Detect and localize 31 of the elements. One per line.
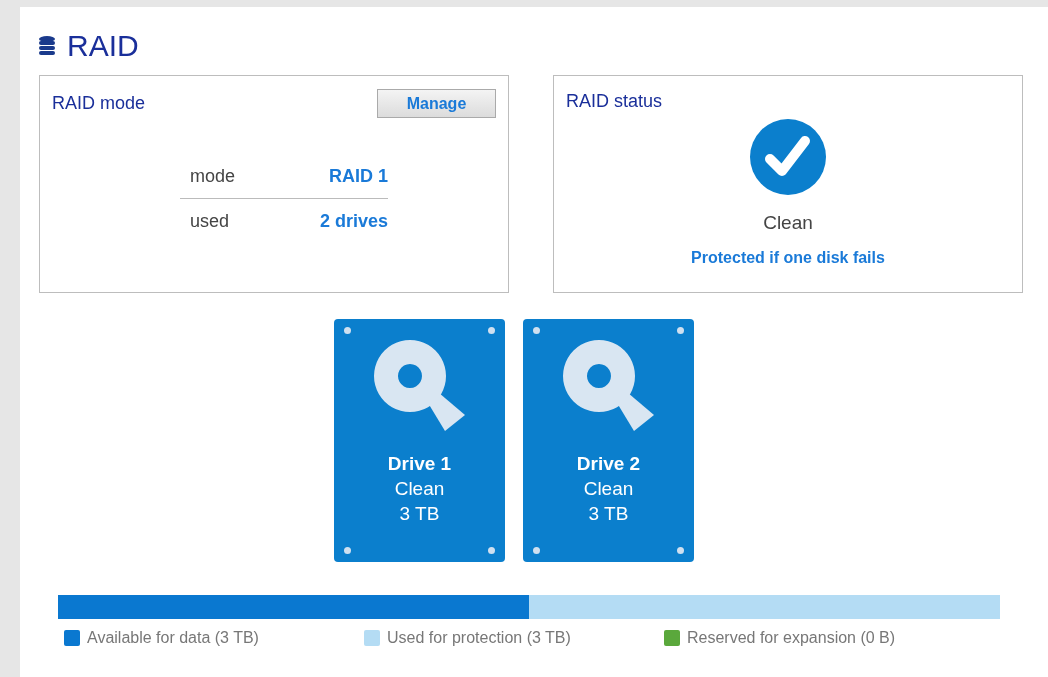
screw-icon: [344, 327, 351, 334]
panel-title: RAID mode: [52, 92, 146, 115]
legend-label: Available for data (3 TB): [87, 628, 259, 648]
drive-size: 3 TB: [399, 502, 440, 526]
row-label: used: [190, 210, 230, 233]
legend-label: Used for protection (3 TB): [387, 628, 571, 648]
row-label: mode: [190, 164, 236, 188]
drive-size: 3 TB: [588, 502, 629, 526]
screw-icon: [677, 327, 684, 334]
drive-card[interactable]: Drive 1 Clean 3 TB: [334, 319, 505, 562]
status-note: Protected if one disk fails: [691, 247, 885, 268]
drive-status: Clean: [583, 477, 634, 501]
drive-status: Clean: [394, 477, 445, 501]
row-value: RAID 1: [329, 164, 388, 188]
status-text: Clean: [763, 211, 813, 235]
screw-icon: [488, 327, 495, 334]
drive-card[interactable]: Drive 2 Clean 3 TB: [523, 319, 694, 562]
page-title: RAID: [67, 31, 139, 61]
row-value: 2 drives: [319, 210, 388, 233]
manage-button[interactable]: Manage: [377, 89, 496, 118]
screw-icon: [344, 547, 351, 554]
panel-title: RAID status: [566, 90, 664, 113]
screw-icon: [488, 547, 495, 554]
legend-label: Reserved for expansion (0 B): [687, 628, 896, 648]
drive-name: Drive 1: [387, 452, 452, 476]
database-icon: [39, 36, 55, 56]
screw-icon: [677, 547, 684, 554]
screw-icon: [533, 327, 540, 334]
screw-icon: [533, 547, 540, 554]
drive-name: Drive 2: [576, 452, 641, 476]
check-icon: [750, 119, 826, 195]
